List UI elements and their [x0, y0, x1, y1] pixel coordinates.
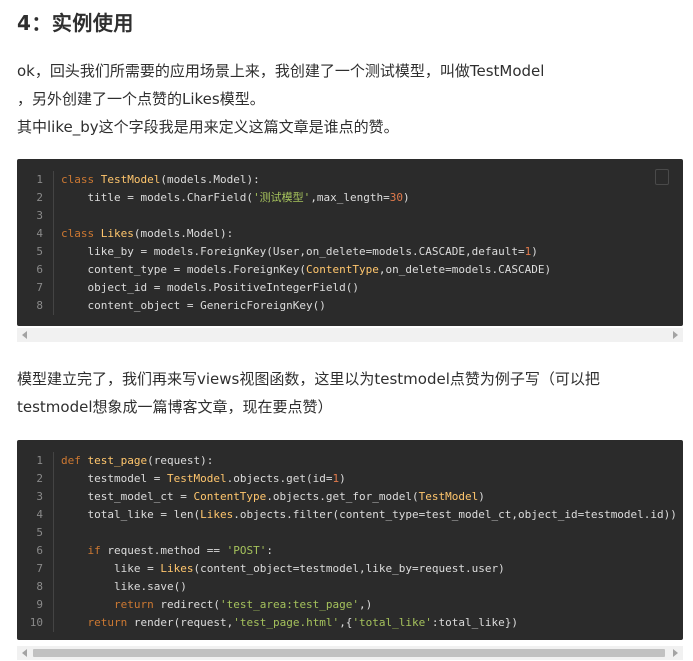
chevron-right-icon[interactable] [673, 649, 678, 657]
line-number: 1 [36, 173, 43, 186]
views-paragraph: 模型建立完了，我们再来写views视图函数，这里以为testmodel点赞为例子… [17, 365, 600, 421]
code-text: class TestModel(models.Model): [61, 173, 260, 186]
code-line: 6 if request.method == 'POST': [17, 542, 677, 560]
scrollbar-thumb[interactable] [33, 649, 665, 657]
code-line: 7 like = Likes(content_object=testmodel,… [17, 560, 677, 578]
code-block-models[interactable]: 1 class TestModel(models.Model): 2 title =… [17, 159, 683, 326]
code-text: content_type = models.ForeignKey(Content… [61, 263, 552, 276]
code-text: like = Likes(content_object=testmodel,li… [61, 562, 505, 575]
line-number: 6 [36, 263, 43, 276]
copy-icon[interactable] [655, 169, 669, 185]
code-line: 7 object_id = models.PositiveIntegerFiel… [17, 279, 551, 297]
line-number: 5 [36, 526, 43, 539]
code-text: like_by = models.ForeignKey(User,on_dele… [61, 245, 538, 258]
code-line: 4 class Likes(models.Model): [17, 225, 551, 243]
line-number: 2 [36, 191, 43, 204]
code-line: 2 title = models.CharField('测试模型',max_le… [17, 189, 551, 207]
section-heading: 4：实例使用 [17, 11, 134, 35]
line-number: 7 [36, 281, 43, 294]
line-number: 7 [36, 562, 43, 575]
views-line-1: 模型建立完了，我们再来写views视图函数，这里以为testmodel点赞为例子… [17, 370, 600, 388]
code-line: 3 test_model_ct = ContentType.objects.ge… [17, 488, 677, 506]
horizontal-scrollbar[interactable] [17, 328, 683, 342]
chevron-right-icon[interactable] [673, 331, 678, 339]
code-text: object_id = models.PositiveIntegerField(… [61, 281, 360, 294]
line-number: 8 [36, 580, 43, 593]
code-line: 4 total_like = len(Likes.objects.filter(… [17, 506, 677, 524]
code-text: total_like = len(Likes.objects.filter(co… [61, 508, 677, 521]
line-number: 10 [29, 616, 43, 629]
intro-line-2: ，另外创建了一个点赞的Likes模型。 [17, 90, 265, 108]
line-number: 4 [36, 227, 43, 240]
line-number: 1 [36, 454, 43, 467]
code-text: if request.method == 'POST': [87, 544, 273, 557]
code-lines: 1 def test_page(request): 2 testmodel = Te… [17, 452, 677, 632]
code-line: 1 def test_page(request): [17, 452, 677, 470]
code-text: testmodel = TestModel.objects.get(id=1) [61, 472, 346, 485]
code-text: like.save() [61, 580, 187, 593]
code-line: 8 content_object = GenericForeignKey() [17, 297, 551, 315]
code-text: title = models.CharField('测试模型',max_leng… [61, 191, 410, 204]
line-number: 8 [36, 299, 43, 312]
code-line: 8 like.save() [17, 578, 677, 596]
line-number: 4 [36, 508, 43, 521]
intro-paragraph: ok，回头我们所需要的应用场景上来，我创建了一个测试模型，叫做TestModel… [17, 57, 544, 141]
line-number: 3 [36, 490, 43, 503]
intro-line-1: ok，回头我们所需要的应用场景上来，我创建了一个测试模型，叫做TestModel [17, 62, 545, 80]
code-line: 10 return render(request,'test_page.html… [17, 614, 677, 632]
code-line: 3 [17, 207, 551, 225]
line-number: 9 [36, 598, 43, 611]
code-line: 5 like_by = models.ForeignKey(User,on_de… [17, 243, 551, 261]
code-lines: 1 class TestModel(models.Model): 2 title =… [17, 171, 551, 315]
chevron-left-icon[interactable] [22, 649, 27, 657]
code-text: class Likes(models.Model): [61, 227, 234, 240]
code-line: 1 class TestModel(models.Model): [17, 171, 551, 189]
code-text: def test_page(request): [61, 454, 214, 467]
code-text: return redirect('test_area:test_page',) [113, 598, 373, 611]
horizontal-scrollbar[interactable] [17, 646, 683, 660]
views-line-2: testmodel想象成一篇博客文章，现在要点赞） [17, 398, 333, 416]
chevron-left-icon[interactable] [22, 331, 27, 339]
code-text: test_model_ct = ContentType.objects.get_… [61, 490, 485, 503]
line-number: 5 [36, 245, 43, 258]
code-text: content_object = GenericForeignKey() [61, 299, 326, 312]
line-number: 3 [36, 209, 43, 222]
code-line: 2 testmodel = TestModel.objects.get(id=1… [17, 470, 677, 488]
line-number: 6 [36, 544, 43, 557]
code-line: 9 return redirect('test_area:test_page',… [17, 596, 677, 614]
intro-line-3: 其中like_by这个字段我是用来定义这篇文章是谁点的赞。 [17, 118, 399, 136]
code-block-views[interactable]: 1 def test_page(request): 2 testmodel = Te… [17, 440, 683, 640]
line-number: 2 [36, 472, 43, 485]
code-line: 6 content_type = models.ForeignKey(Conte… [17, 261, 551, 279]
article-page: 4：实例使用 ok，回头我们所需要的应用场景上来，我创建了一个测试模型，叫做Te… [0, 0, 693, 661]
code-line: 5 [17, 524, 677, 542]
code-text: return render(request,'test_page.html',{… [87, 616, 519, 629]
